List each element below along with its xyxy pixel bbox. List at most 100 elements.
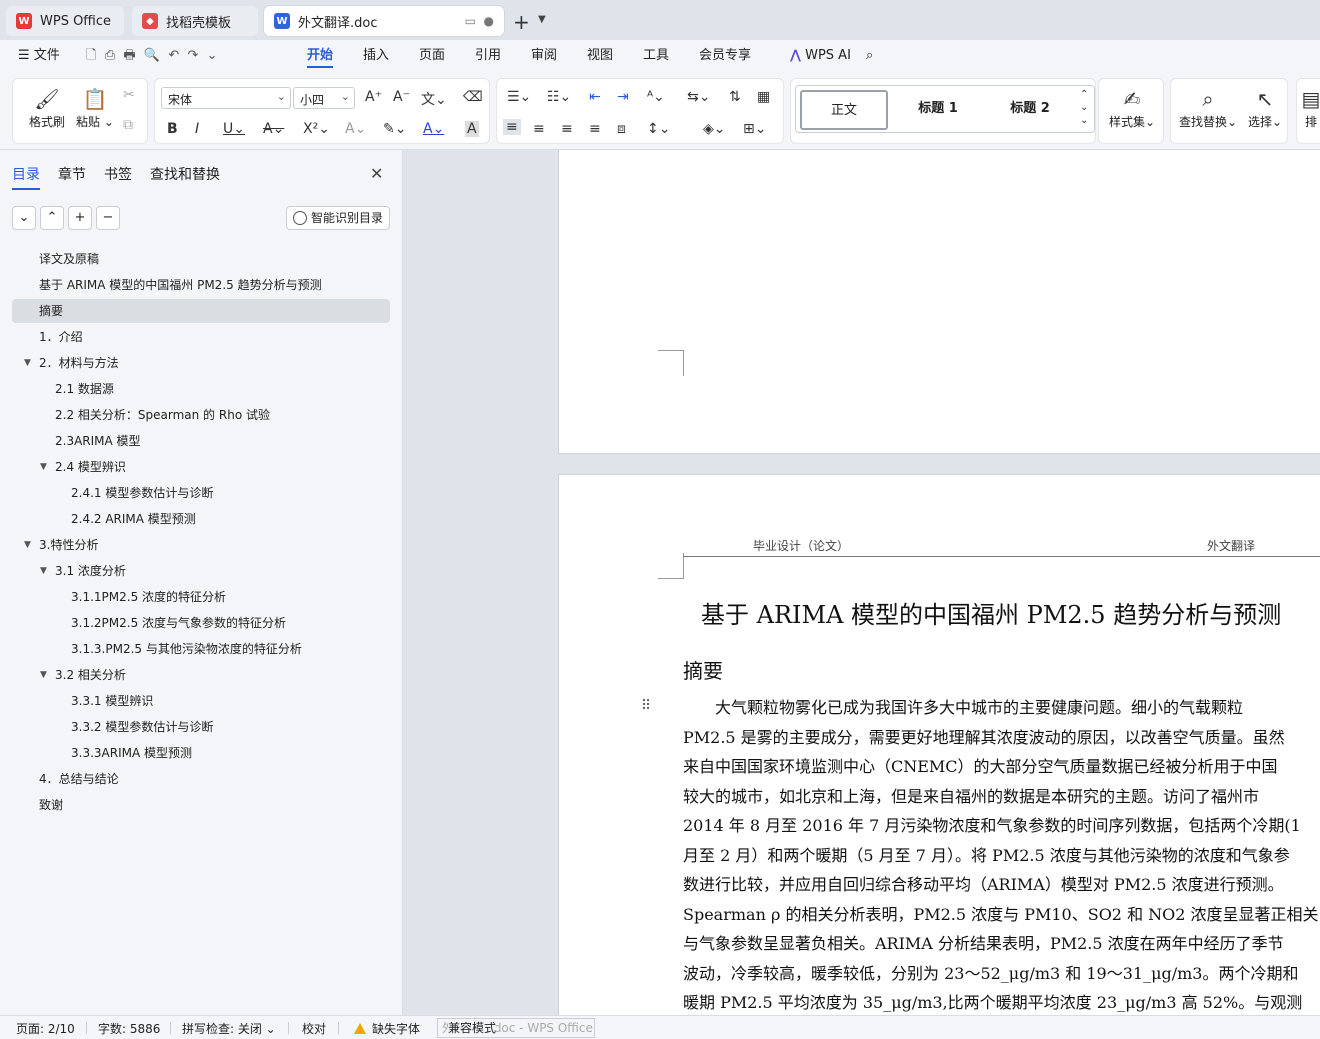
menu-review[interactable]: 审阅: [531, 46, 557, 68]
expand-caret-icon[interactable]: ▼: [40, 566, 47, 576]
align-left-icon[interactable]: ≡: [503, 119, 521, 135]
toc-item[interactable]: 译文及原稿: [39, 247, 99, 271]
toc-item[interactable]: 2.4 模型辨识: [55, 455, 126, 479]
tab-monitor-icon[interactable]: ▭ ●: [465, 14, 494, 28]
toc-item[interactable]: 1．介绍: [39, 325, 83, 349]
menu-references[interactable]: 引用: [475, 46, 501, 68]
toc-item[interactable]: 3.3.2 模型参数估计与诊断: [71, 715, 213, 739]
toc-item[interactable]: 2.2 相关分析：Spearman 的 Rho 试验: [55, 403, 270, 427]
align-right-icon[interactable]: ≡: [561, 121, 573, 137]
toc-item[interactable]: 2．材料与方法: [39, 351, 119, 375]
tab-current-document[interactable]: W 外文翻译.doc ▭ ●: [264, 6, 504, 36]
document-title[interactable]: 基于 ARIMA 模型的中国福州 PM2.5 趋势分析与预测: [701, 595, 1281, 630]
text-direction-icon[interactable]: ᴬ⌄: [647, 89, 665, 105]
grow-font-icon[interactable]: A⁺: [365, 89, 382, 105]
toc-item[interactable]: 摘要: [12, 299, 390, 323]
font-name-select[interactable]: 宋体 ⌄: [161, 87, 291, 109]
page-indicator[interactable]: 页面: 2/10: [16, 1020, 75, 1037]
highlight-icon[interactable]: ✎⌄: [383, 121, 406, 137]
strikethrough-icon[interactable]: A⌄: [263, 121, 284, 137]
cut-icon[interactable]: ✂: [123, 87, 135, 103]
tab-wps-office[interactable]: W WPS Office: [6, 6, 124, 36]
underline-icon[interactable]: U⌄: [223, 121, 245, 137]
style-heading-1[interactable]: 标题 1: [894, 90, 982, 130]
spell-check-toggle[interactable]: 拼写检查: 关闭 ⌄: [182, 1020, 276, 1037]
toc-item[interactable]: 2.1 数据源: [55, 377, 114, 401]
file-menu[interactable]: ☰ 文件: [18, 46, 60, 68]
expand-caret-icon[interactable]: ▼: [40, 462, 47, 472]
increase-indent-icon[interactable]: ⇥: [617, 89, 629, 105]
clear-format-icon[interactable]: ⌫: [463, 89, 483, 105]
italic-icon[interactable]: I: [195, 121, 199, 137]
collapse-chevron-down-icon[interactable]: ⌄: [12, 206, 36, 230]
nav-tab-find-replace[interactable]: 查找和替换: [150, 164, 220, 184]
shading-fill-icon[interactable]: ◈⌄: [703, 121, 726, 137]
format-painter-button[interactable]: 🖌 格式刷: [25, 87, 69, 130]
menu-page[interactable]: 页面: [419, 46, 445, 68]
toc-item[interactable]: 3.3.1 模型辨识: [71, 689, 153, 713]
remove-minus-icon[interactable]: −: [96, 206, 120, 230]
tab-list-chevron-down-icon[interactable]: ▼: [538, 14, 546, 25]
find-replace-button[interactable]: ⌕ 查找替换⌄: [1177, 87, 1239, 130]
close-icon[interactable]: ✕: [370, 164, 383, 183]
wps-ai-button[interactable]: ⋀ WPS AI: [790, 46, 851, 68]
abstract-paragraph[interactable]: 大气颗粒物雾化已成为我国许多大中城市的主要健康问题。细小的气载颗粒 PM2.5 是…: [683, 693, 1320, 1015]
bold-icon[interactable]: B: [167, 121, 178, 137]
tab-docer-templates[interactable]: ◆ 找稻壳模板: [132, 6, 258, 36]
nav-tab-toc[interactable]: 目录: [12, 164, 40, 190]
toc-item[interactable]: 2.3ARIMA 模型: [55, 429, 141, 453]
font-color-icon[interactable]: A⌄: [423, 121, 444, 137]
text-effect-icon[interactable]: A⌄: [345, 121, 366, 137]
chevron-up-icon[interactable]: ⌃: [40, 206, 64, 230]
menu-membership[interactable]: 会员专享: [699, 46, 751, 68]
abstract-heading[interactable]: 摘要: [683, 655, 723, 684]
arrange-button[interactable]: ▤ 排: [1299, 87, 1320, 130]
expand-caret-icon[interactable]: ▼: [40, 670, 47, 680]
drag-handle-icon[interactable]: ⠿: [641, 698, 651, 714]
distribute-icon[interactable]: ⧈: [617, 121, 626, 137]
toc-item[interactable]: 基于 ARIMA 模型的中国福州 PM2.5 趋势分析与预测: [39, 273, 322, 297]
line-spacing-icon[interactable]: ↕⌄: [647, 121, 670, 137]
quick-access-toolbar[interactable]: 🗋 ⎙ 🖶 🔍 ↶ ↷ ⌄: [86, 46, 218, 68]
toc-item[interactable]: 3.1.2PM2.5 浓度与气象参数的特征分析: [71, 611, 286, 635]
expand-caret-icon[interactable]: ▼: [24, 358, 31, 368]
bullet-list-icon[interactable]: ☰⌄: [507, 89, 531, 105]
line-break-icon[interactable]: ⇆⌄: [687, 89, 710, 105]
numbered-list-icon[interactable]: ☷⌄: [547, 89, 571, 105]
style-gallery-scroll-icon[interactable]: ⌃ ⌄ ⌄: [1080, 88, 1088, 127]
toc-item[interactable]: 3.特性分析: [39, 533, 98, 557]
search-icon[interactable]: ⌕: [866, 46, 873, 68]
paste-button[interactable]: 📋 粘贴 ⌄: [73, 87, 117, 130]
menu-view[interactable]: 视图: [587, 46, 613, 68]
toc-item[interactable]: 2.4.2 ARIMA 模型预测: [71, 507, 196, 531]
justify-icon[interactable]: ≡: [589, 121, 601, 137]
style-heading-2[interactable]: 标题 2: [986, 90, 1074, 130]
toc-item[interactable]: 致谢: [39, 793, 63, 817]
compat-mode-indicator[interactable]: 外文翻译.doc - WPS Office 兼容模式: [437, 1018, 595, 1038]
show-marks-icon[interactable]: ▦: [757, 89, 770, 105]
proofread-button[interactable]: 校对: [302, 1020, 326, 1037]
word-count[interactable]: 字数: 5886: [98, 1020, 160, 1037]
nav-tab-chapters[interactable]: 章节: [58, 164, 86, 184]
toc-item[interactable]: 2.4.1 模型参数估计与诊断: [71, 481, 213, 505]
expand-caret-icon[interactable]: ▼: [24, 540, 31, 550]
style-set-button[interactable]: ✍ 样式集⌄: [1107, 87, 1157, 130]
menu-insert[interactable]: 插入: [363, 46, 389, 68]
copy-icon[interactable]: ⧉: [123, 117, 133, 133]
borders-icon[interactable]: ⊞⌄: [743, 121, 766, 137]
nav-tab-bookmarks[interactable]: 书签: [104, 164, 132, 184]
toc-item[interactable]: 3.1.1PM2.5 浓度的特征分析: [71, 585, 226, 609]
toc-item[interactable]: 3.1 浓度分析: [55, 559, 126, 583]
missing-font-button[interactable]: 缺失字体: [354, 1020, 420, 1037]
menu-tools[interactable]: 工具: [643, 46, 669, 68]
align-center-icon[interactable]: ≡: [533, 121, 545, 137]
char-shading-icon[interactable]: A: [465, 121, 479, 137]
style-normal[interactable]: 正文: [800, 90, 888, 130]
phonetic-guide-icon[interactable]: 文⌄: [421, 89, 447, 109]
smart-toc-button[interactable]: 智能识别目录: [286, 206, 390, 230]
toc-item[interactable]: 4．总结与结论: [39, 767, 119, 791]
menu-home[interactable]: 开始: [307, 46, 334, 68]
add-plus-icon[interactable]: +: [68, 206, 92, 230]
toc-item[interactable]: 3.3.3ARIMA 模型预测: [71, 741, 192, 765]
decrease-indent-icon[interactable]: ⇤: [589, 89, 601, 105]
